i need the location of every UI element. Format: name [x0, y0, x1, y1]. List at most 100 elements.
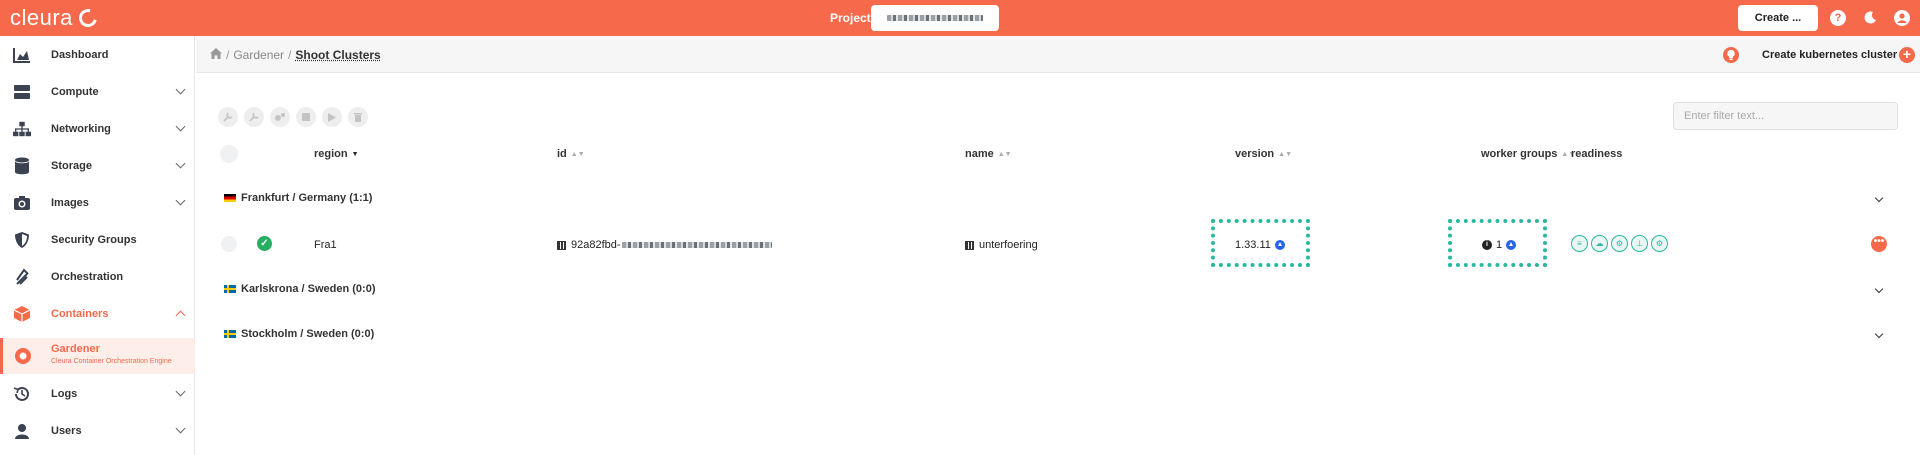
chevron-down-icon — [175, 158, 186, 169]
column-header-worker-groups[interactable]: worker groups ▲▼ — [1481, 148, 1575, 160]
cloud-icon[interactable]: ☁ — [1591, 235, 1608, 252]
list-icon[interactable]: ≡ — [1571, 235, 1588, 252]
account-icon[interactable] — [1894, 10, 1910, 26]
column-header-version[interactable]: version ▲▼ — [1235, 148, 1292, 160]
cell-name[interactable]: unterfoering — [965, 239, 1038, 251]
column-header-name[interactable]: name ▲▼ — [965, 148, 1012, 160]
sidebar-item-storage[interactable]: Storage — [0, 147, 195, 184]
chevron-down-icon[interactable] — [1874, 193, 1884, 203]
sidebar-item-label: Networking — [51, 122, 111, 135]
column-header-label: name — [965, 148, 994, 160]
chevron-down-icon[interactable] — [1874, 284, 1884, 294]
sidebar-item-orchestration[interactable]: Orchestration — [0, 258, 195, 295]
redacted-id — [621, 242, 772, 248]
sidebar-item-label: Images — [51, 196, 89, 209]
chevron-down-icon — [175, 84, 186, 95]
column-header-label: id — [557, 148, 567, 160]
sidebar-item-containers[interactable]: Containers — [0, 295, 195, 332]
home-icon[interactable] — [210, 48, 222, 62]
region-group-label: Karlskrona / Sweden (0:0) — [241, 283, 376, 295]
sidebar-item-label: Dashboard — [51, 48, 109, 61]
worker-groups-count: 1 — [1496, 239, 1503, 251]
sidebar-item-label: Orchestration — [51, 270, 124, 283]
lightbulb-icon[interactable] — [1723, 47, 1739, 63]
column-header-region[interactable]: region ▼ — [314, 148, 359, 160]
sidebar-item-images[interactable]: Images — [0, 184, 195, 221]
sort-icon: ▲▼ — [1278, 150, 1292, 158]
camera-icon — [13, 194, 31, 212]
column-header-label: region — [314, 148, 348, 160]
orchestration-icon — [13, 267, 31, 286]
sort-icon: ▲▼ — [570, 150, 585, 158]
column-header-label: version — [1235, 148, 1275, 160]
redacted-project-name — [887, 15, 983, 21]
play-icon[interactable] — [322, 107, 342, 127]
project-selector[interactable] — [871, 5, 999, 31]
sweden-flag-icon — [224, 285, 236, 293]
region-group-karlskrona[interactable]: Karlskrona / Sweden (0:0) — [224, 283, 376, 295]
sidebar-item-logs[interactable]: Logs — [0, 375, 195, 412]
cell-region: Fra1 — [314, 239, 337, 251]
cleura-logo-icon — [75, 5, 101, 31]
cell-version[interactable]: 1.33.11 — [1235, 239, 1285, 251]
column-header-readiness: readiness — [1571, 148, 1622, 160]
upgrade-available-icon[interactable] — [1506, 240, 1517, 250]
table-icon — [557, 240, 566, 250]
sidebar-item-compute[interactable]: Compute — [0, 73, 195, 110]
sweden-flag-icon — [224, 330, 236, 338]
chart-area-icon — [13, 46, 31, 64]
cogs-icon[interactable] — [270, 107, 290, 127]
sidebar: Dashboard Compute Networking Storage Ima… — [0, 36, 195, 455]
breadcrumb-separator: / — [226, 48, 230, 62]
server-icon — [13, 83, 31, 101]
region-group-label: Stockholm / Sweden (0:0) — [241, 328, 375, 340]
stop-icon[interactable] — [296, 107, 316, 127]
trash-icon[interactable] — [348, 107, 368, 127]
more-actions-button[interactable]: ••• — [1871, 236, 1887, 252]
sitemap-icon — [13, 120, 31, 138]
upgrade-available-icon[interactable] — [1274, 240, 1285, 250]
top-bar: cleura Project Create ... ? — [0, 0, 1920, 36]
create-button[interactable]: Create ... — [1738, 5, 1818, 31]
wrench-icon[interactable] — [218, 107, 238, 127]
cell-id[interactable]: 92a82fbd- — [557, 239, 772, 251]
add-cluster-icon[interactable]: + — [1899, 47, 1915, 63]
column-header-id[interactable]: id ▲▼ — [557, 148, 585, 160]
sort-icon: ▲▼ — [997, 150, 1012, 158]
sort-desc-icon: ▼ — [351, 150, 359, 158]
sidebar-item-security-groups[interactable]: Security Groups — [0, 221, 195, 258]
wrench-alt-icon[interactable] — [244, 107, 264, 127]
moon-icon[interactable] — [1862, 10, 1878, 26]
create-kubernetes-cluster-link[interactable]: Create kubernetes cluster — [1762, 49, 1897, 61]
chevron-down-icon[interactable] — [1874, 329, 1884, 339]
chevron-down-icon — [175, 386, 186, 397]
cleura-logo[interactable]: cleura — [10, 4, 101, 32]
region-group-frankfurt[interactable]: Frankfurt / Germany (1:1) — [224, 192, 372, 204]
sidebar-item-label: Containers — [51, 307, 109, 320]
cogs-icon[interactable]: ⚙ — [1611, 235, 1628, 252]
cell-worker-groups[interactable]: i 1 — [1482, 239, 1517, 251]
filter-input[interactable] — [1673, 102, 1898, 130]
cogs-icon[interactable]: ⚙ — [1651, 235, 1668, 252]
chevron-down-icon — [175, 423, 186, 434]
sidebar-item-networking[interactable]: Networking — [0, 110, 195, 147]
chevron-down-icon — [175, 195, 186, 206]
sidebar-item-users[interactable]: Users — [0, 412, 195, 449]
sidebar-item-label: Storage — [51, 159, 92, 172]
project-label: Project — [830, 11, 871, 25]
row-checkbox[interactable] — [221, 236, 237, 252]
select-all-checkbox[interactable] — [220, 145, 238, 163]
sidebar-item-label: Logs — [51, 387, 78, 400]
help-icon[interactable]: ? — [1830, 10, 1846, 26]
sidebar-subitem-gardener[interactable]: Gardener Cleura Container Orchestration … — [0, 338, 195, 374]
cluster-version: 1.33.11 — [1235, 239, 1271, 251]
breadcrumb-gardener[interactable]: Gardener — [233, 48, 284, 62]
sidebar-item-dashboard[interactable]: Dashboard — [0, 36, 195, 73]
gardener-icon — [14, 347, 32, 365]
sitemap-icon[interactable]: ⊥ — [1631, 235, 1648, 252]
region-group-stockholm[interactable]: Stockholm / Sweden (0:0) — [224, 328, 374, 340]
column-header-label: worker groups — [1481, 148, 1558, 160]
sidebar-item-label: Users — [51, 424, 82, 437]
breadcrumb-current: Shoot Clusters — [295, 48, 381, 62]
chevron-down-icon — [175, 121, 186, 132]
